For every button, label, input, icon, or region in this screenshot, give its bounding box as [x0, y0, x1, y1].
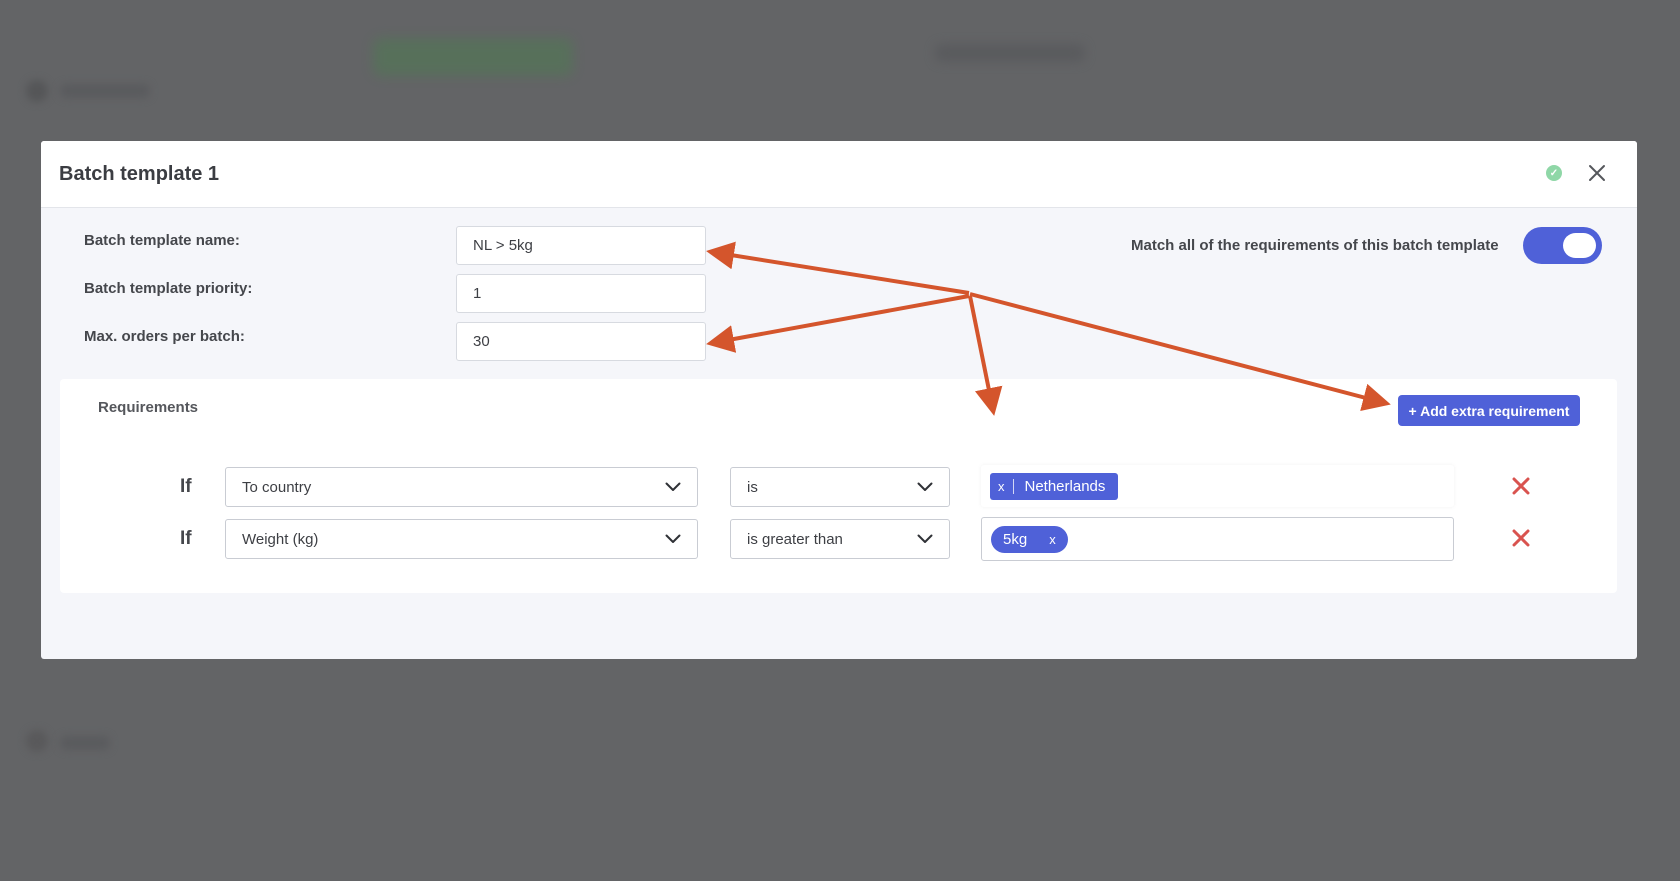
chevron-down-icon — [665, 534, 681, 543]
field-select[interactable]: Weight (kg) — [225, 519, 698, 559]
batch-template-name-input[interactable] — [456, 226, 706, 265]
batch-template-modal: Batch template 1 ✓ Batch template name: … — [41, 141, 1637, 659]
background-nav-item — [60, 736, 110, 750]
batch-template-name-label: Batch template name: — [84, 232, 240, 249]
modal-header: Batch template 1 ✓ — [41, 141, 1637, 208]
tag-remove-button[interactable]: x — [1049, 532, 1056, 547]
operator-select[interactable]: is greater than — [730, 519, 950, 559]
max-orders-input[interactable] — [456, 322, 706, 361]
requirements-panel: Requirements + Add extra requirement If … — [60, 379, 1617, 593]
toggle-knob — [1563, 233, 1596, 258]
match-all-toggle[interactable] — [1523, 227, 1602, 264]
background-nav-icon — [26, 80, 48, 102]
tag-label: Netherlands — [1024, 477, 1106, 495]
close-icon — [1589, 165, 1605, 181]
if-label: If — [180, 476, 192, 497]
background-primary-button — [373, 38, 573, 76]
chevron-down-icon — [917, 482, 933, 491]
add-extra-requirement-button[interactable]: + Add extra requirement — [1398, 395, 1580, 426]
if-label: If — [180, 528, 192, 549]
remove-x-icon — [1512, 529, 1530, 547]
operator-select-value: is greater than — [747, 530, 843, 548]
value-tag: 5kg x — [991, 525, 1068, 553]
remove-requirement-button[interactable] — [1508, 473, 1534, 499]
tag-label: 5kg — [1003, 530, 1028, 548]
remove-x-icon — [1512, 477, 1530, 495]
background-nav-icon — [26, 730, 48, 752]
background-nav-item — [60, 84, 150, 98]
field-select-value: Weight (kg) — [242, 530, 319, 548]
background-header-text — [935, 44, 1085, 62]
field-select-value: To country — [242, 478, 312, 496]
check-circle-icon: ✓ — [1546, 165, 1562, 181]
chevron-down-icon — [917, 534, 933, 543]
tag-remove-button[interactable]: x — [990, 478, 1014, 494]
batch-template-priority-label: Batch template priority: — [84, 280, 253, 297]
remove-requirement-button[interactable] — [1508, 525, 1534, 551]
modal-title: Batch template 1 — [59, 163, 220, 185]
batch-template-priority-input[interactable] — [456, 274, 706, 313]
operator-select-value: is — [747, 478, 758, 496]
match-all-label: Match all of the requirements of this ba… — [1131, 237, 1499, 254]
max-orders-label: Max. orders per batch: — [84, 328, 245, 345]
requirements-title: Requirements — [98, 399, 199, 416]
operator-select[interactable]: is — [730, 467, 950, 507]
value-tag-input[interactable]: 5kg x — [981, 517, 1454, 561]
close-button[interactable] — [1583, 159, 1611, 187]
field-select[interactable]: To country — [225, 467, 698, 507]
value-tag-input[interactable]: x Netherlands — [981, 465, 1454, 507]
value-tag: x Netherlands — [990, 472, 1119, 500]
chevron-down-icon — [665, 482, 681, 491]
